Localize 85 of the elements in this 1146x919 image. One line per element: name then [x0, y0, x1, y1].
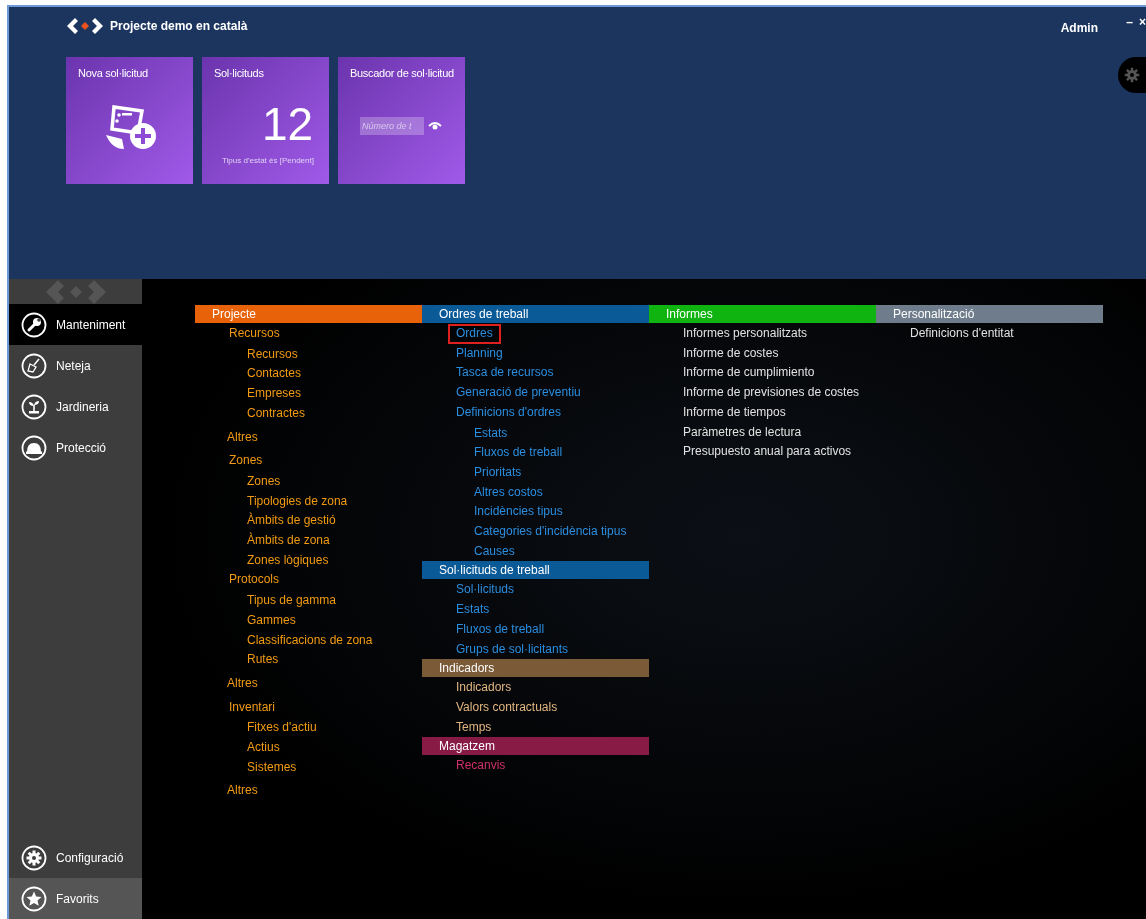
sidebar-item[interactable]: Favorits: [9, 878, 142, 919]
menu-link[interactable]: Informe de tiempos: [675, 402, 794, 423]
section-header: Ordres de treball: [422, 305, 649, 323]
logo-icon: [66, 17, 104, 35]
sidebar-item[interactable]: Jardineria: [9, 386, 142, 427]
menu-link[interactable]: Estats: [466, 423, 516, 444]
menu-link[interactable]: Informe de previsiones de costes: [675, 383, 868, 403]
menu-link[interactable]: Planning: [448, 343, 511, 364]
menu-link[interactable]: Fluxos de treball: [466, 443, 571, 463]
gear-icon: [21, 844, 47, 871]
menu-link[interactable]: Altres: [219, 781, 266, 802]
menu-link[interactable]: Contactes: [239, 364, 310, 385]
eye-icon[interactable]: [428, 121, 442, 131]
menu-link[interactable]: Recursos: [221, 324, 288, 344]
menu-link[interactable]: Definicions d'entitat: [902, 324, 1022, 344]
section-header: Magatzem: [422, 737, 649, 756]
menu-link[interactable]: Paràmetres de lectura: [675, 422, 810, 443]
sidebar-item[interactable]: Protecció: [9, 427, 142, 468]
menu-link[interactable]: Informe de costes: [675, 343, 787, 364]
close-button[interactable]: ×: [1139, 16, 1146, 28]
menu-link[interactable]: Altres: [219, 427, 266, 448]
sidebar-item[interactable]: Configuració: [9, 837, 142, 878]
menu-link[interactable]: Inventari: [221, 697, 284, 718]
menu-link[interactable]: Rutes: [239, 650, 287, 670]
settings-icon: [1124, 65, 1140, 85]
tile-title: Buscador de sol·licitud: [350, 66, 454, 81]
tile-card[interactable]: Sol·licituds 12 Tipus d'estat és [Pendent]: [202, 57, 329, 184]
menu-link[interactable]: Altres costos: [466, 482, 551, 503]
tile-card[interactable]: Buscador de sol·licitud Número de t: [338, 57, 465, 184]
broom-icon: [21, 352, 47, 379]
menu-link[interactable]: Categories d'incidència tipus: [466, 522, 635, 542]
menu-link[interactable]: Gammes: [239, 610, 304, 631]
menu-link[interactable]: Estats: [448, 600, 498, 620]
minimize-button[interactable]: –: [1126, 16, 1133, 28]
tile-card[interactable]: Nova sol·licitud: [66, 57, 193, 184]
settings-button[interactable]: [1118, 57, 1146, 93]
menu-link[interactable]: Definicions d'ordres: [448, 402, 569, 423]
menu-link[interactable]: Zones: [221, 451, 271, 471]
menu-link[interactable]: Tipologies de zona: [239, 491, 356, 512]
menu-link[interactable]: Protocols: [221, 570, 288, 591]
menu-link[interactable]: Causes: [466, 541, 523, 562]
menu-link[interactable]: Fluxos de treball: [448, 619, 553, 640]
tile-title: Nova sol·licitud: [78, 66, 148, 81]
section-header: Informes: [649, 305, 876, 323]
menu-link[interactable]: Temps: [448, 717, 500, 738]
menu-link[interactable]: Zones lògiques: [239, 550, 337, 571]
menu-link[interactable]: Contractes: [239, 403, 314, 424]
menu-link[interactable]: Ordres: [448, 324, 501, 344]
app-title: Projecte demo en català: [110, 18, 248, 35]
menu-link[interactable]: Tasca de recursos: [448, 363, 562, 384]
menu-link[interactable]: Classificacions de zona: [239, 630, 381, 651]
helmet-icon: [21, 434, 47, 461]
tile-title: Sol·licituds: [214, 66, 264, 81]
sidebar-item[interactable]: Manteniment: [9, 304, 142, 345]
menu-link[interactable]: Recanvis: [448, 756, 514, 777]
menu-link[interactable]: Actius: [239, 738, 288, 758]
user-name[interactable]: Admin: [1060, 19, 1098, 37]
menu-link[interactable]: Valors contractuals: [448, 697, 566, 718]
menu-link[interactable]: Fitxes d'actiu: [239, 718, 325, 739]
menu-link[interactable]: Recursos: [239, 344, 306, 365]
menu-link[interactable]: Generació de preventiu: [448, 383, 589, 403]
section-header: Sol·licituds de treball: [422, 561, 649, 580]
menu-link[interactable]: Àmbits de zona: [239, 531, 338, 551]
menu-link[interactable]: Sistemes: [239, 757, 305, 778]
menu-link[interactable]: Incidències tipus: [466, 502, 571, 523]
menu-link[interactable]: Tipus de gamma: [239, 591, 344, 611]
section-header: Personalització: [876, 305, 1103, 323]
menu-link[interactable]: Àmbits de gestió: [239, 511, 344, 532]
count-number: 12: [262, 101, 314, 147]
wrench-icon: [21, 311, 47, 338]
menu-link[interactable]: Empreses: [239, 384, 310, 404]
menu-link[interactable]: Indicadors: [448, 678, 520, 698]
plant-icon: [21, 393, 47, 420]
menu-link[interactable]: Zones: [239, 471, 289, 492]
menu-link[interactable]: Sol·licituds: [448, 580, 523, 601]
menu-link[interactable]: Informes personalitzats: [675, 324, 816, 344]
menu-link[interactable]: Prioritats: [466, 462, 530, 483]
sidebar-item[interactable]: Neteja: [9, 345, 142, 386]
menu-link[interactable]: Altres: [219, 673, 266, 694]
menu-link[interactable]: Informe de cumplimiento: [675, 363, 823, 384]
menu-link[interactable]: Presupuesto anual para activos: [675, 442, 860, 462]
section-header: Indicadors: [422, 659, 649, 678]
tile-caption: Tipus d'estat és [Pendent]: [222, 155, 314, 167]
section-header: Projecte: [195, 305, 422, 323]
menu-link[interactable]: Grups de sol·licitants: [448, 639, 577, 660]
